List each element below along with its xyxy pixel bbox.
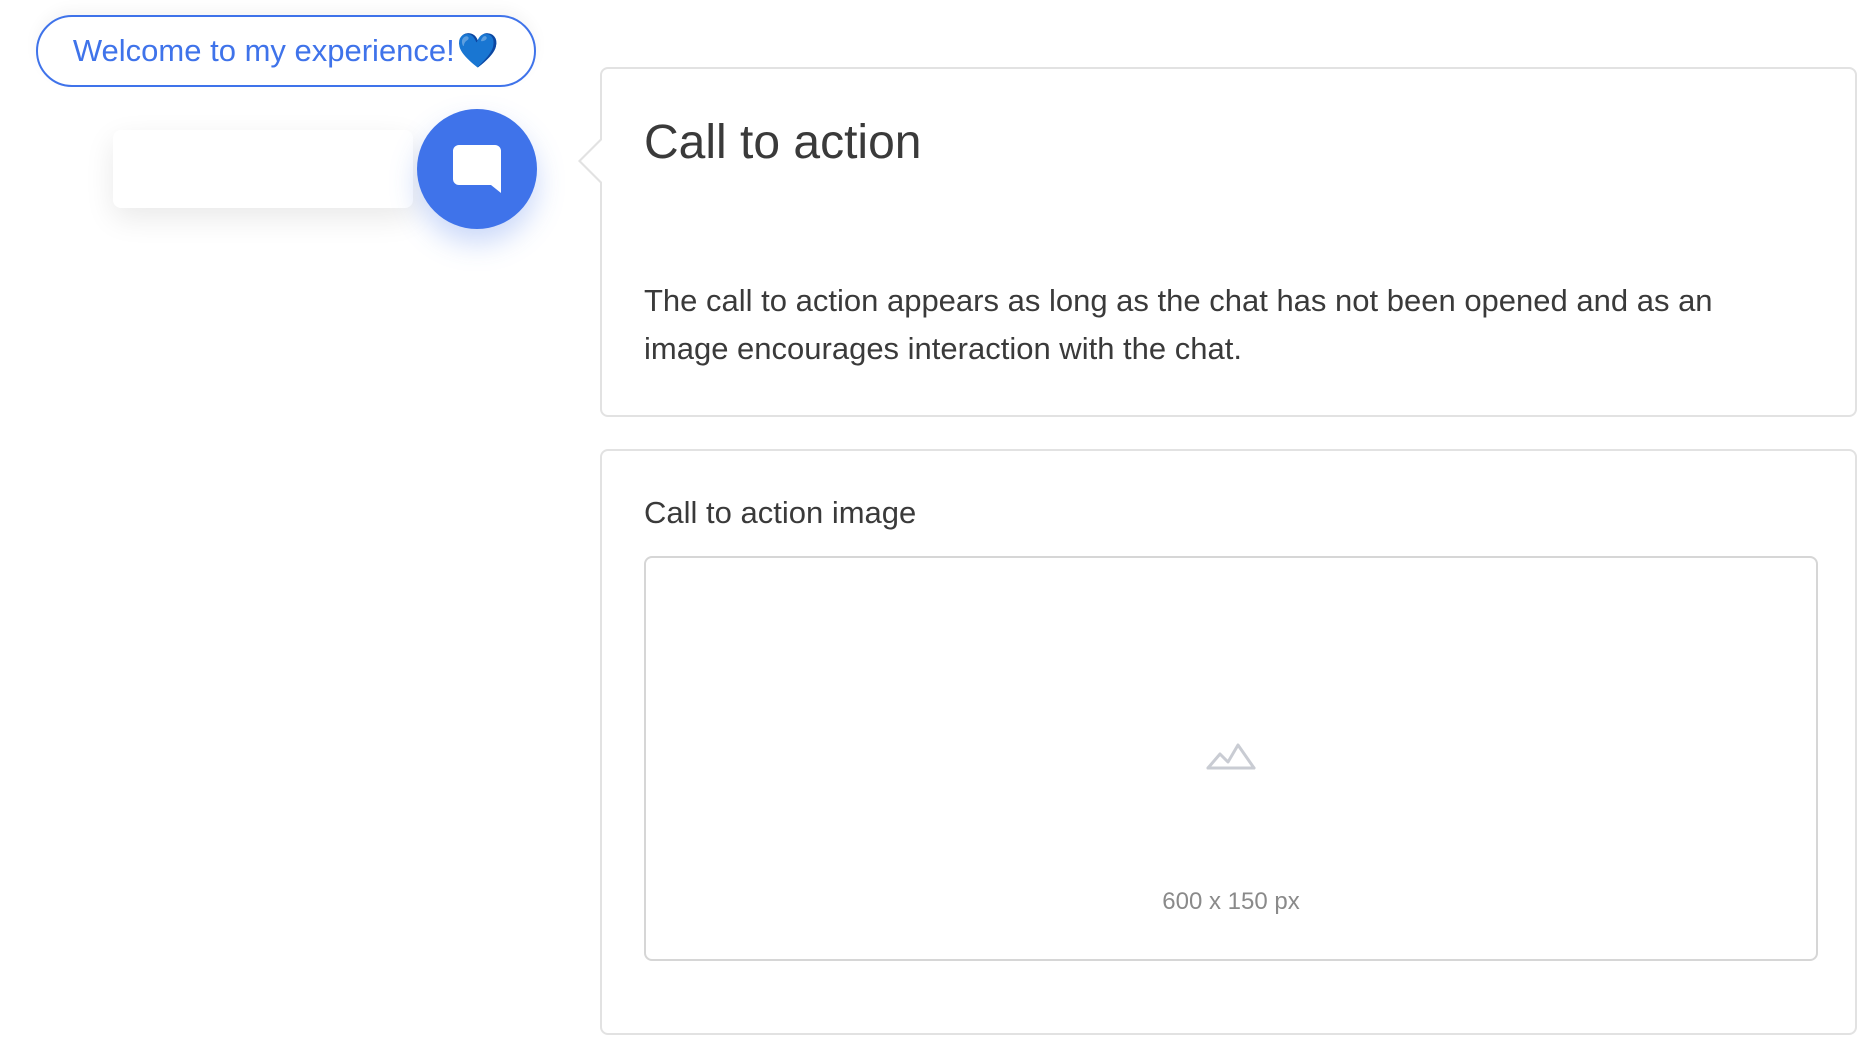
call-to-action-image-preview[interactable]: [113, 130, 413, 208]
call-to-action-info-card: Call to action The call to action appear…: [578, 67, 1857, 417]
chat-launcher-button[interactable]: [417, 109, 537, 229]
welcome-message-bubble[interactable]: Welcome to my experience! 💙: [36, 15, 536, 87]
blue-heart-icon: 💙: [456, 32, 500, 70]
image-mountain-icon: [1206, 741, 1256, 776]
welcome-message-text: Welcome to my experience!: [72, 33, 455, 68]
call-to-action-image-label: Call to action image: [644, 495, 917, 530]
call-to-action-image-card: Call to action image 600 x 150 px: [600, 449, 1857, 1035]
chat-bubble-icon: [451, 143, 503, 195]
call-to-action-description: The call to action appears as long as th…: [644, 283, 1713, 366]
image-upload-dropzone[interactable]: 600 x 150 px: [644, 556, 1818, 961]
image-size-hint: 600 x 150 px: [1162, 888, 1300, 915]
page-title: Call to action: [644, 116, 922, 169]
